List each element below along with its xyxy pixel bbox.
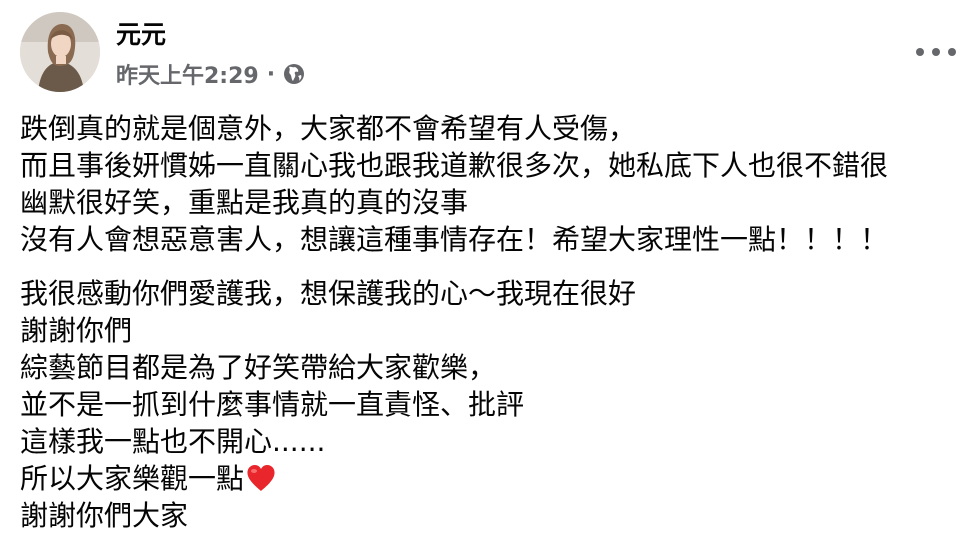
avatar-image (20, 12, 100, 92)
post-line: 謝謝你們大家 (20, 499, 189, 532)
post-meta: 昨天上午2:29 · (116, 58, 305, 90)
post-line: 沒有人會想惡意害人，想讓這種事情存在！希望大家理性一點！！！！ (20, 223, 889, 256)
post-line: 並不是一抓到什麼事情就一直責怪、批評 (20, 388, 525, 421)
more-dot (948, 48, 956, 56)
post-line: 幽默很好笑，重點是我真的真的沒事 (20, 186, 469, 219)
post-line: 而且事後妍慣姊一直關心我也跟我道歉很多次，她私底下人也很不錯很 (20, 149, 889, 182)
post-line-text: 所以大家樂觀一點 (20, 462, 245, 495)
post-line-with-emoji: 所以大家樂觀一點 (20, 460, 965, 497)
more-dot (932, 48, 940, 56)
post-header: 元元 昨天上午2:29 · (20, 12, 958, 92)
post-body: 跌倒真的就是個意外，大家都不會希望有人受傷， 而且事後妍慣姊一直關心我也跟我道歉… (20, 110, 965, 534)
post-line: 謝謝你們 (20, 314, 133, 347)
post-paragraph: 跌倒真的就是個意外，大家都不會希望有人受傷， 而且事後妍慣姊一直關心我也跟我道歉… (20, 110, 965, 258)
post-timestamp[interactable]: 昨天上午2:29 (116, 58, 259, 90)
more-dot (916, 48, 924, 56)
post-line: 這樣我一點也不開心...... (20, 425, 326, 458)
post-line: 我很感動你們愛護我，想保護我的心～我現在很好 (20, 277, 637, 310)
more-options-icon[interactable] (916, 40, 956, 64)
post-paragraph: 我很感動你們愛護我，想保護我的心～我現在很好 謝謝你們 綜藝節目都是為了好笑帶給… (20, 275, 965, 534)
author-name[interactable]: 元元 (116, 20, 166, 50)
avatar[interactable] (20, 12, 100, 92)
globe-icon[interactable] (283, 63, 305, 85)
red-heart-icon (246, 464, 276, 492)
facebook-post: 元元 昨天上午2:29 · 跌倒真的就是個意外，大家都不會希望有人受傷， 而且事… (0, 0, 978, 554)
meta-separator: · (266, 61, 276, 87)
post-line: 綜藝節目都是為了好笑帶給大家歡樂， (20, 351, 497, 384)
post-line: 跌倒真的就是個意外，大家都不會希望有人受傷， (20, 112, 637, 145)
